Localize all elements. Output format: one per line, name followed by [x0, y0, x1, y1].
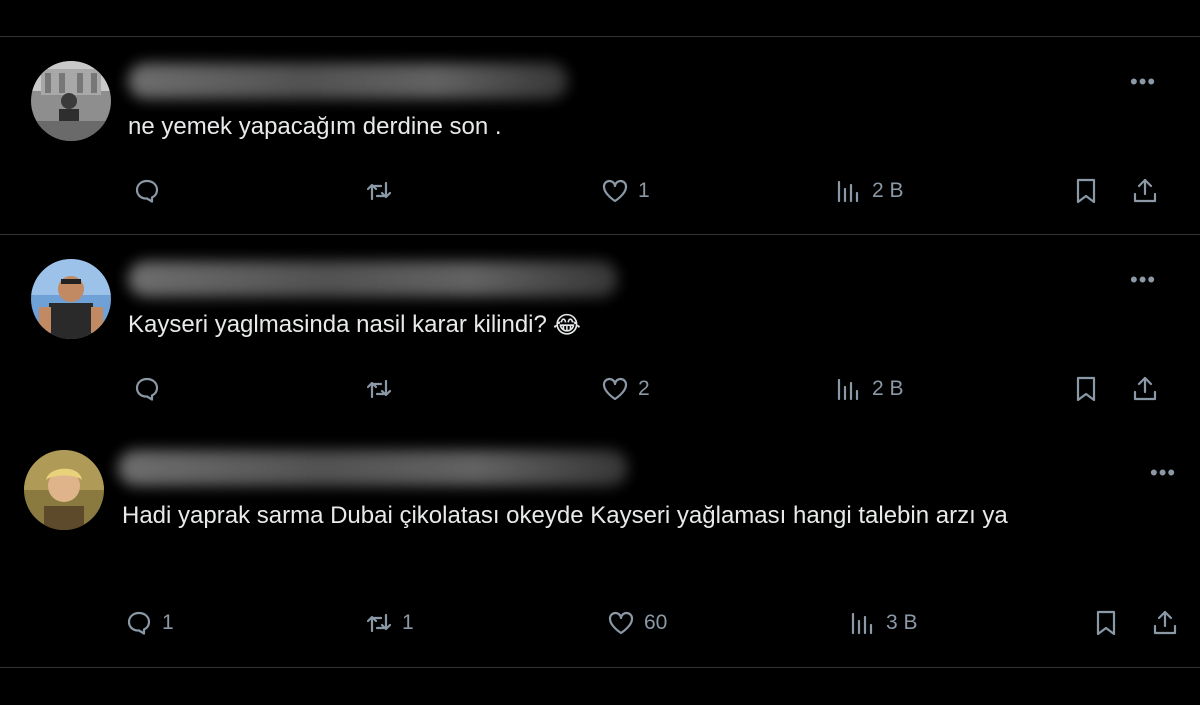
author-name-blurred[interactable] [128, 261, 618, 297]
speech-bubble-icon [135, 377, 159, 401]
share-upload-icon [1153, 610, 1177, 635]
repost-button[interactable] [364, 374, 402, 404]
repost-arrows-icon [366, 379, 392, 399]
reply-button[interactable]: 1 [124, 608, 174, 638]
heart-icon [602, 377, 628, 401]
repost-arrows-icon [366, 181, 392, 201]
post-text-content: Kayseri yaglmasinda nasil karar kilindi? [128, 311, 547, 338]
like-button[interactable]: 60 [606, 608, 667, 638]
speech-bubble-icon [127, 611, 151, 635]
like-count: 2 [638, 377, 650, 400]
avatar[interactable] [24, 450, 104, 530]
avatar[interactable] [31, 259, 111, 339]
reply-button[interactable] [132, 374, 170, 404]
bookmark-icon [1096, 610, 1116, 636]
views-button[interactable]: 2 B [834, 374, 904, 404]
more-options-button[interactable]: ••• [1150, 462, 1176, 484]
more-options-button[interactable]: ••• [1130, 71, 1156, 93]
laughing-tears-emoji: 😂 [552, 312, 581, 340]
share-button[interactable] [1130, 176, 1160, 206]
post-text: Hadi yaprak sarma Dubai çikolatası okeyd… [122, 502, 1008, 529]
bar-chart-icon [837, 180, 859, 203]
repost-button[interactable] [364, 176, 402, 206]
repost-arrows-icon [366, 613, 392, 633]
bar-chart-icon [837, 378, 859, 401]
more-options-button[interactable]: ••• [1130, 269, 1156, 291]
share-upload-icon [1133, 376, 1157, 401]
like-count: 60 [644, 611, 668, 634]
post-2[interactable]: ••• Kayseri yaglmasinda nasil karar kili… [0, 235, 1200, 432]
post-1[interactable]: ••• ne yemek yapacağım derdine son . 1 2… [0, 37, 1200, 234]
bookmark-icon [1076, 178, 1096, 204]
bar-chart-icon [851, 612, 873, 635]
bookmark-button[interactable] [1071, 374, 1101, 404]
bookmark-icon [1076, 376, 1096, 402]
view-count: 2 B [872, 179, 904, 202]
author-name-blurred[interactable] [118, 450, 628, 486]
like-button[interactable]: 1 [600, 176, 650, 206]
heart-icon [608, 611, 634, 635]
bookmark-button[interactable] [1091, 608, 1121, 638]
post-text: ne yemek yapacağım derdine son . [128, 113, 502, 140]
avatar[interactable] [31, 61, 111, 141]
heart-icon [602, 179, 628, 203]
bookmark-button[interactable] [1071, 176, 1101, 206]
repost-button[interactable]: 1 [364, 608, 414, 638]
author-name-blurred[interactable] [128, 63, 568, 99]
bottom-divider [0, 667, 1200, 668]
post-3[interactable]: ••• Hadi yaprak sarma Dubai çikolatası o… [0, 432, 1200, 667]
like-button[interactable]: 2 [600, 374, 650, 404]
view-count: 3 B [886, 611, 918, 634]
share-upload-icon [1133, 178, 1157, 203]
view-count: 2 B [872, 377, 904, 400]
views-button[interactable]: 3 B [848, 608, 918, 638]
like-count: 1 [638, 179, 650, 202]
post-text: Kayseri yaglmasinda nasil karar kilindi?… [128, 307, 581, 343]
share-button[interactable] [1150, 608, 1180, 638]
share-button[interactable] [1130, 374, 1160, 404]
speech-bubble-icon [135, 179, 159, 203]
repost-count: 1 [402, 611, 414, 634]
views-button[interactable]: 2 B [834, 176, 904, 206]
reply-button[interactable] [132, 176, 170, 206]
reply-count: 1 [162, 611, 174, 634]
